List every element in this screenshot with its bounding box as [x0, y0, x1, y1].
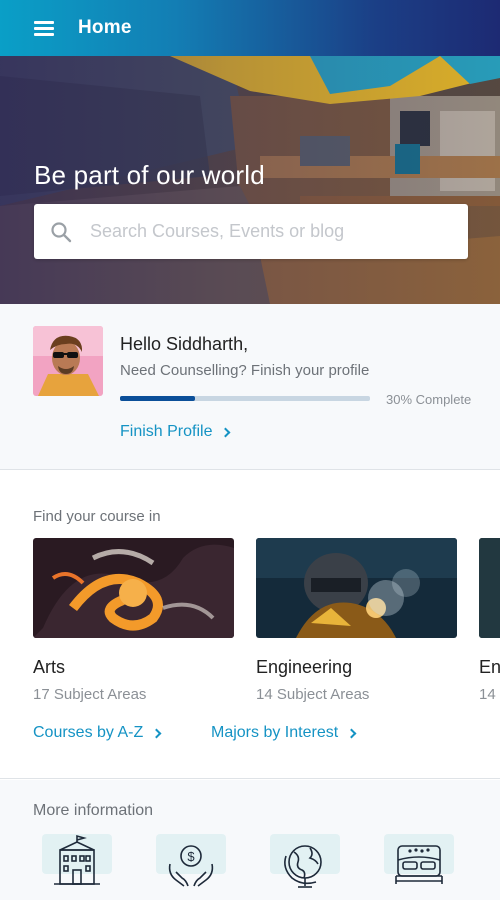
course-image-partial: [479, 538, 500, 638]
profile-card: Hello Siddharth, Need Counselling? Finis…: [0, 304, 500, 470]
university-tile[interactable]: [42, 834, 112, 885]
more-information-label: More information: [33, 802, 154, 819]
hero-title: Be part of our world: [34, 160, 265, 190]
more-information-section: More information $: [0, 780, 500, 900]
majors-by-interest-link[interactable]: Majors by Interest: [211, 724, 357, 742]
svg-text:$: $: [187, 849, 195, 864]
courses-a-z-link[interactable]: Courses by A-Z: [33, 724, 162, 742]
profile-progress-label: 30% Complete: [386, 392, 472, 407]
hero-banner: Be part of our world: [0, 56, 500, 304]
course-meta: 17 Subject Areas: [33, 686, 147, 703]
chevron-right-icon: [346, 728, 357, 738]
university-icon: [54, 834, 100, 885]
course-name: Engineering: [256, 657, 353, 677]
scholarship-icon: $: [168, 845, 214, 887]
course-meta: 14 Subject Areas: [256, 686, 370, 703]
accommodation-icon: [395, 845, 443, 884]
courses-a-z-label: Courses by A-Z: [33, 724, 144, 741]
globe-tile[interactable]: [270, 834, 340, 888]
avatar[interactable]: [33, 326, 103, 396]
search-icon: [51, 221, 72, 242]
profile-progress-bar: [120, 396, 370, 401]
chevron-right-icon: [221, 427, 231, 437]
profile-progress-fill: [120, 396, 195, 401]
app-bar: Home: [0, 0, 500, 56]
search-bar[interactable]: [34, 204, 468, 259]
course-card-engineering[interactable]: Engineering 14 Subject Areas: [256, 538, 457, 703]
course-image-engineering: [256, 538, 457, 638]
course-meta: 14 S: [479, 686, 500, 703]
finish-profile-label: Finish Profile: [120, 423, 213, 440]
search-input[interactable]: [90, 221, 450, 242]
menu-icon[interactable]: [34, 20, 54, 36]
course-name: Arts: [33, 657, 66, 677]
page-title: Home: [78, 17, 132, 38]
accommodation-tile[interactable]: [384, 834, 454, 884]
course-name: En: [479, 657, 500, 677]
course-section-label: Find your course in: [33, 508, 161, 525]
scholarship-tile[interactable]: $: [156, 834, 226, 887]
profile-greeting: Hello Siddharth,: [120, 334, 249, 354]
globe-icon: [284, 845, 322, 888]
course-section: Find your course in Arts 17 Subject Area…: [0, 471, 500, 779]
majors-by-interest-label: Majors by Interest: [211, 724, 339, 741]
course-image-arts: [33, 538, 234, 638]
course-card-partial[interactable]: En 14 S: [479, 538, 500, 703]
finish-profile-link[interactable]: Finish Profile: [120, 423, 231, 441]
course-card-arts[interactable]: Arts 17 Subject Areas: [33, 538, 234, 703]
profile-subtitle: Need Counselling? Finish your profile: [120, 362, 370, 379]
chevron-right-icon: [151, 728, 162, 738]
